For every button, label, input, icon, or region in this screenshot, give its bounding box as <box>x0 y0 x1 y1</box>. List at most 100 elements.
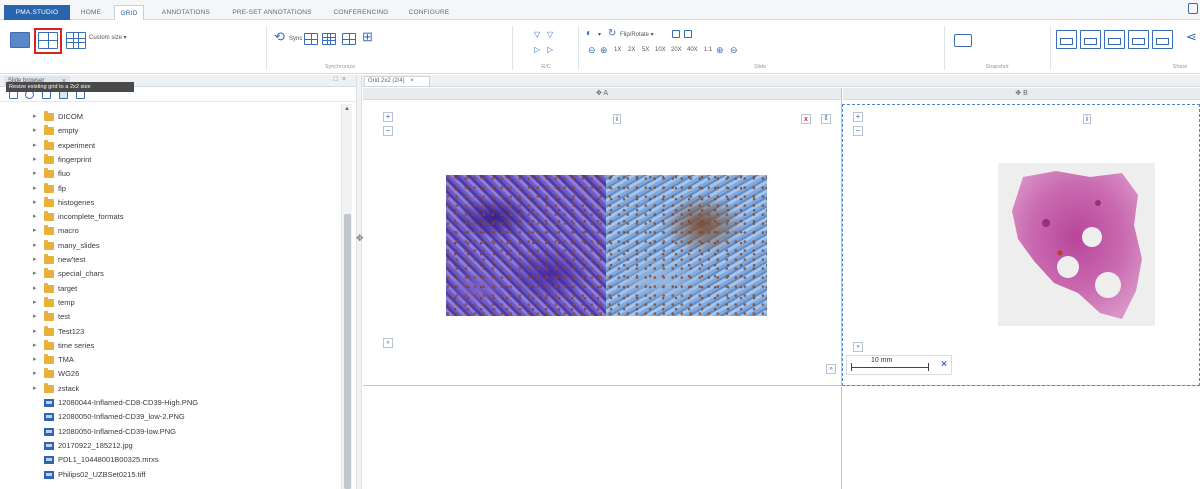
expand-arrow-icon[interactable]: ▸ <box>33 267 37 281</box>
share-screen-icon[interactable] <box>1056 30 1077 49</box>
share-image-icon[interactable] <box>1080 30 1101 49</box>
app-tab-pma-studio[interactable]: PMA.STUDIO <box>4 5 70 20</box>
info-button[interactable]: i <box>613 114 621 124</box>
zoom-fit-icon[interactable]: ⊕ <box>716 45 724 55</box>
snapshot-camera-icon[interactable] <box>954 34 972 47</box>
expand-arrow-icon[interactable]: ▸ <box>33 353 37 367</box>
tab-grid[interactable]: GRID <box>114 5 144 21</box>
tree-folder-item[interactable]: ▸ macro <box>0 224 340 238</box>
expand-arrow-icon[interactable]: ▸ <box>33 253 37 267</box>
expand-arrow-icon[interactable]: ▸ <box>33 210 37 224</box>
tree-folder-item[interactable]: ▸ special_chars <box>0 267 340 281</box>
tree-folder-item[interactable]: ▸ new'test <box>0 253 340 267</box>
expand-arrow-icon[interactable]: ▸ <box>33 239 37 253</box>
tree-folder-item[interactable]: ▸ TMA <box>0 353 340 367</box>
tree-folder-item[interactable]: ▸ time series <box>0 339 340 353</box>
sync-zoom-icon[interactable] <box>322 33 336 45</box>
expand-arrow-icon[interactable]: ▸ <box>33 282 37 296</box>
grid-tab[interactable]: Grid 2x2 (2/4) × <box>364 76 430 87</box>
tab-pre-set-annotations[interactable]: PRE-SET ANNOTATIONS <box>226 5 318 20</box>
tree-folder-item[interactable]: ▸ test <box>0 310 340 324</box>
col-left-icon[interactable]: ▷ <box>534 45 540 55</box>
expand-arrow-icon[interactable]: ▸ <box>33 325 37 339</box>
expand-arrow-icon[interactable]: ▸ <box>33 339 37 353</box>
tree-folder-item[interactable]: ▸ DICOM <box>0 110 340 124</box>
tree-folder-item[interactable]: ▸ Test123 <box>0 325 340 339</box>
tree-file-item[interactable]: 12080044-Inflamed-CD8-CD39-High.PNG <box>0 396 340 410</box>
tree-file-item[interactable]: 12080050-Inflamed-CD39_low-2.PNG <box>0 410 340 424</box>
slide-image-b[interactable] <box>998 163 1155 326</box>
tree-folder-item[interactable]: ▸ fluo <box>0 167 340 181</box>
zoom-1to1[interactable]: 1:1 <box>704 47 712 53</box>
row-down-icon[interactable]: ▽ <box>547 30 553 40</box>
grid-3x3-icon[interactable] <box>66 32 86 49</box>
tree-file-item[interactable]: 20170922_185212.jpg <box>0 439 340 453</box>
viewer-panel-c[interactable] <box>363 387 842 489</box>
expand-arrow-icon[interactable]: ▸ <box>33 367 37 381</box>
zoom-10x[interactable]: 10X <box>655 47 666 53</box>
expand-button[interactable]: ⇕ <box>821 114 831 124</box>
tree-folder-item[interactable]: ▸ target <box>0 282 340 296</box>
grid-1x1-icon[interactable] <box>10 32 30 48</box>
share-grid-icon[interactable] <box>1104 30 1125 49</box>
tree-folder-item[interactable]: ▸ experiment <box>0 139 340 153</box>
tree-folder-item[interactable]: ▸ histogenes <box>0 196 340 210</box>
zoom-in-button[interactable]: + <box>383 112 393 122</box>
scale-bar[interactable]: 10 mm × <box>846 355 952 375</box>
zoom-out-button[interactable]: − <box>383 126 393 136</box>
tree-folder-item[interactable]: ▸ many_slides <box>0 239 340 253</box>
panel-window-buttons[interactable]: □× <box>334 76 350 83</box>
brightness-dropdown[interactable]: ▾ <box>598 31 601 38</box>
window-icon[interactable] <box>1188 3 1198 14</box>
tree-folder-item[interactable]: ▸ incomplete_formats <box>0 210 340 224</box>
expand-arrow-icon[interactable]: ▸ <box>33 110 37 124</box>
overview-icon[interactable] <box>684 30 692 38</box>
brightness-icon[interactable]: ◐ <box>586 29 592 39</box>
share-layout-icon[interactable] <box>1128 30 1149 49</box>
tree-file-item[interactable]: 12080050-Inflamed-CD39-low.PNG <box>0 425 340 439</box>
zoom-in-icon[interactable]: ⊕ <box>600 45 608 55</box>
sync-pan-icon[interactable] <box>304 33 318 45</box>
close-slide-button[interactable]: x <box>801 114 811 124</box>
close-scalebar-icon[interactable]: × <box>941 359 947 370</box>
panel-splitter[interactable]: ✥ <box>356 75 364 489</box>
add-grid-icon[interactable]: ⊞ <box>362 30 373 43</box>
expand-arrow-icon[interactable]: ▸ <box>33 382 37 396</box>
tree-folder-item[interactable]: ▸ zstack <box>0 382 340 396</box>
tree-folder-item[interactable]: ▸ WG26 <box>0 367 340 381</box>
sync-icon[interactable]: ⟲ <box>274 30 285 43</box>
scroll-up-arrow[interactable]: ▲ <box>344 106 350 112</box>
zoom-2x[interactable]: 2X <box>628 47 635 53</box>
close-icon[interactable]: × <box>410 78 414 84</box>
tree-folder-item[interactable]: ▸ empty <box>0 124 340 138</box>
panel-a-label-bar[interactable]: ✥ A <box>363 88 841 100</box>
share-panels-icon[interactable] <box>1152 30 1173 49</box>
slide-image-a[interactable] <box>446 175 767 316</box>
tree-file-item[interactable]: Philips02_UZBSet0215.tiff <box>0 468 340 482</box>
flip-rotate-dropdown[interactable]: Flip/Rotate ▾ <box>620 31 654 38</box>
expand-arrow-icon[interactable]: ▸ <box>33 296 37 310</box>
col-right-icon[interactable]: ▷ <box>547 45 553 55</box>
tab-configure[interactable]: CONFIGURE <box>402 5 456 20</box>
scrollbar-thumb[interactable] <box>344 214 351 489</box>
zoom-1x[interactable]: 1X <box>614 47 621 53</box>
tab-home[interactable]: HOME <box>76 5 106 20</box>
zoom-reset-icon[interactable]: ⊖ <box>730 45 738 55</box>
tree-file-item[interactable]: PDL1_10448001B00325.mrxs <box>0 453 340 467</box>
custom-size-dropdown[interactable]: Custom size ▾ <box>89 34 127 41</box>
sync-all-icon[interactable] <box>342 33 356 45</box>
expand-arrow-icon[interactable]: ▸ <box>33 196 37 210</box>
flip-rotate-icon[interactable]: ↻ <box>608 29 616 39</box>
zoom-40x[interactable]: 40X <box>687 47 698 53</box>
expand-arrow-icon[interactable]: ▸ <box>33 167 37 181</box>
expand-arrow-icon[interactable]: ▸ <box>33 139 37 153</box>
row-up-icon[interactable]: ▽ <box>534 30 540 40</box>
expand-arrow-icon[interactable]: ▸ <box>33 310 37 324</box>
expand-arrow-icon[interactable]: ▸ <box>33 153 37 167</box>
tree-folder-item[interactable]: ▸ temp <box>0 296 340 310</box>
tree-folder-item[interactable]: ▸ flp <box>0 182 340 196</box>
share-network-icon[interactable]: ⋖ <box>1186 30 1197 43</box>
expand-arrow-icon[interactable]: ▸ <box>33 124 37 138</box>
external-link-icon[interactable] <box>672 30 680 38</box>
zoom-20x[interactable]: 20X <box>671 47 682 53</box>
